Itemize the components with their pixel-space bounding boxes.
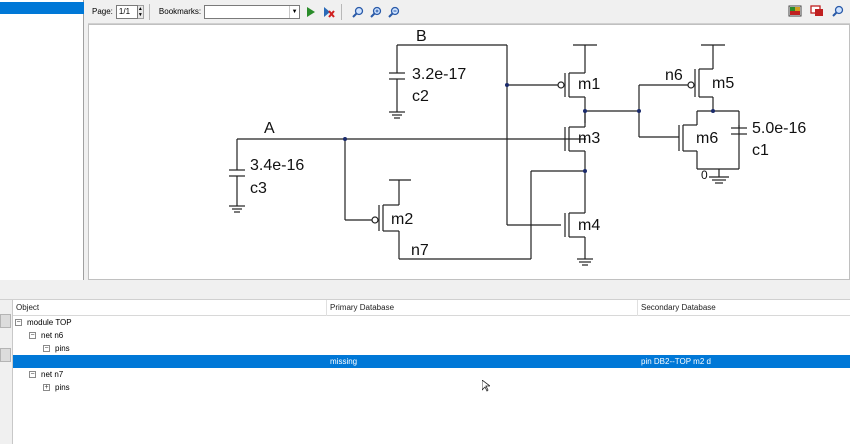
pane-splitter[interactable] [0,280,850,300]
search-icon[interactable] [832,5,844,19]
collapse-icon[interactable]: − [29,371,36,378]
bookmarks-label: Bookmarks: [158,7,202,16]
transistor-label-m6: m6 [696,130,718,147]
gutter-button[interactable] [0,348,11,362]
table-row[interactable]: − module TOP [13,316,850,329]
row-object-label: pins [55,383,70,392]
page-spinner[interactable]: ▲ ▼ [137,4,144,19]
toolbar-separator [148,3,150,20]
side-gutter [0,300,12,444]
row-object-label: module TOP [27,318,72,327]
table-body: − module TOP − net n6− pins missing pin DB2--T… [13,316,850,394]
capacitor-label-c3: c3 [250,180,267,197]
toolbar: Page: 1/1 ▲ ▼ Bookmarks: ▼ [88,0,850,24]
column-header-secondary[interactable]: Secondary Database [638,300,850,316]
gutter-button[interactable] [0,314,11,328]
table-row[interactable]: + pins [13,381,850,394]
bookmarks-select[interactable]: ▼ [204,4,301,19]
schematic-drawing: A B n6 n7 0 m1 m2 m3 m4 m5 m6 5.0e-16 c1… [229,28,806,266]
row-primary-value: missing [330,357,358,366]
transistor-label-m3: m3 [578,130,600,147]
row-object-label: net n6 [41,331,64,340]
chevron-down-icon[interactable]: ▼ [289,5,299,18]
zoom-fit-icon[interactable] [351,5,365,19]
column-header-primary[interactable]: Primary Database [327,300,638,316]
window-layout-icon[interactable] [810,5,824,19]
row-secondary-value: pin DB2--TOP m2 d [641,357,711,366]
mouse-pointer-icon [481,379,492,394]
comparison-table: Object Primary Database Secondary Databa… [12,300,850,444]
table-row[interactable]: missing pin DB2--TOP m2 d [13,355,850,368]
column-header-object[interactable]: Object [13,300,327,316]
capacitor-value-c1: 5.0e-16 [752,120,806,137]
capacitor-label-c2: c2 [412,88,429,105]
table-row[interactable]: − pins [13,342,850,355]
table-header: Object Primary Database Secondary Databa… [13,300,850,316]
table-row[interactable]: − net n7 [13,368,850,381]
page-label: Page: [92,7,113,16]
transistor-label-m1: m1 [578,76,600,93]
net-label-zero: 0 [701,168,708,182]
net-label-n7: n7 [411,242,429,259]
net-label-a: A [264,120,275,137]
delete-bookmark-icon[interactable] [322,5,336,19]
collapse-icon[interactable]: − [43,345,50,352]
net-label-b: B [416,28,427,45]
capacitor-label-c1: c1 [752,142,769,159]
table-row[interactable]: − net n6 [13,329,850,342]
schematic-canvas[interactable]: A B n6 n7 0 m1 m2 m3 m4 m5 m6 5.0e-16 c1… [88,24,850,280]
add-bookmark-icon[interactable] [304,5,318,19]
toolbar-right-group [788,5,844,19]
collapse-icon[interactable]: − [15,319,22,326]
capacitor-value-c2: 3.2e-17 [412,66,466,83]
toolbar-separator [341,3,343,20]
zoom-in-icon[interactable] [369,5,383,19]
app-window: Page: 1/1 ▲ ▼ Bookmarks: ▼ A B n6 n7 0 m… [0,0,850,444]
transistor-label-m2: m2 [391,211,413,228]
expand-icon[interactable]: + [43,384,50,391]
row-object-label: pins [55,344,70,353]
net-label-n6: n6 [665,67,683,84]
collapse-icon[interactable]: − [29,332,36,339]
bookmark-pane[interactable] [0,0,84,280]
zoom-out-icon[interactable] [387,5,401,19]
page-value: 1/1 [118,7,131,16]
transistor-label-m5: m5 [712,75,734,92]
bookmark-selected-item[interactable] [0,2,84,14]
color-map-icon[interactable] [788,5,802,19]
row-object-label: net n7 [41,370,64,379]
transistor-label-m4: m4 [578,217,600,234]
page-input[interactable]: 1/1 [115,4,138,19]
capacitor-value-c3: 3.4e-16 [250,157,304,174]
